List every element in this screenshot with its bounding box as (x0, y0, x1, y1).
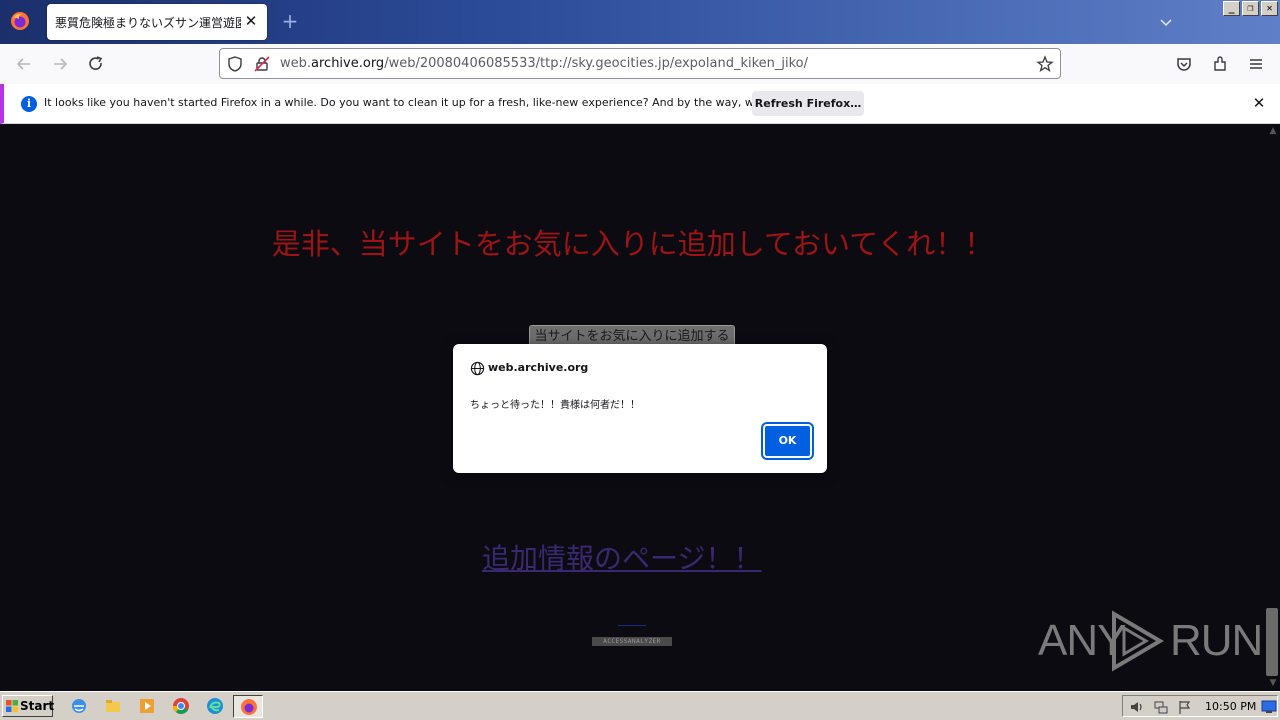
firefox-icon (241, 699, 257, 715)
screen: 悪質危険極まりないズサン運営遊園地 ✕ + _ ❐ ✕ web.archive.… (0, 0, 1280, 720)
network-icon[interactable] (1153, 699, 1169, 715)
tab-strip: 悪質危険極まりないズサン運営遊園地 ✕ + _ ❐ ✕ (0, 0, 1280, 44)
globe-icon (470, 361, 485, 376)
address-bar[interactable]: web.archive.org/web/20080406085533/ttp:/… (219, 48, 1061, 79)
active-tab[interactable]: 悪質危険極まりないズサン運営遊園地 ✕ (47, 4, 267, 40)
watermark-right: RUN (1170, 616, 1263, 665)
access-analyzer-badge[interactable]: ACCESSANALYZER (592, 637, 672, 646)
reload-icon[interactable] (86, 54, 106, 74)
show-desktop-icon[interactable] (1261, 699, 1277, 715)
file-explorer-icon[interactable] (104, 697, 122, 715)
notification-bar: i It looks like you haven't started Fire… (0, 84, 1280, 124)
play-logo-icon (1112, 610, 1164, 672)
edge-icon[interactable] (206, 697, 224, 715)
url-domain: archive.org (311, 56, 385, 71)
clock: 10:50 PM (1205, 700, 1257, 713)
navigation-bar: web.archive.org/web/20080406085533/ttp:/… (0, 44, 1280, 84)
start-label: Start (20, 699, 55, 713)
action-center-flag-icon[interactable] (1177, 699, 1193, 715)
ok-button[interactable]: OK (761, 422, 814, 460)
notification-message: It looks like you haven't started Firefo… (44, 96, 828, 109)
chrome-icon[interactable] (172, 697, 190, 715)
url-text: web.archive.org/web/20080406085533/ttp:/… (280, 56, 808, 71)
page-headline: 是非、当サイトをお気に入りに追加しておいてくれ！！ (271, 227, 994, 261)
volume-icon[interactable] (1129, 699, 1145, 715)
scroll-down-icon[interactable]: ▼ (1268, 679, 1278, 688)
taskbar: Start 10:50 PM (0, 691, 1280, 720)
url-path: /web/20080406085533/ttp://sky.geocities.… (384, 56, 809, 71)
firefox-taskbar-button[interactable] (233, 695, 263, 718)
restore-button[interactable]: ❐ (1242, 1, 1259, 16)
start-button[interactable]: Start (2, 695, 55, 717)
info-icon: i (21, 96, 37, 112)
scroll-up-icon[interactable]: ▲ (1268, 127, 1278, 136)
dialog-message: ちょっと待った！！貴様は何者だ！！ (470, 400, 640, 411)
bookmark-star-icon[interactable] (1036, 55, 1054, 73)
close-notification-icon[interactable]: ✕ (1251, 95, 1267, 111)
close-window-button[interactable]: ✕ (1261, 1, 1278, 16)
windows-logo-icon (6, 700, 18, 712)
close-tab-icon[interactable]: ✕ (243, 13, 259, 29)
anyrun-watermark: ANY RUN (1038, 610, 1263, 674)
forward-icon[interactable] (50, 54, 70, 74)
media-player-icon[interactable] (138, 697, 156, 715)
new-tab-icon[interactable]: + (281, 11, 299, 31)
additional-info-link[interactable]: 追加情報のページ！！ (482, 537, 782, 577)
back-icon[interactable] (14, 54, 34, 74)
shield-icon[interactable] (226, 55, 244, 73)
dialog-origin: web.archive.org (488, 361, 589, 374)
alert-dialog: web.archive.org ちょっと待った！！貴様は何者だ！！ OK (453, 344, 827, 473)
extensions-icon[interactable] (1210, 54, 1230, 74)
url-prefix: web. (280, 56, 312, 71)
vertical-scrollbar[interactable] (1265, 125, 1280, 691)
pocket-icon[interactable] (1174, 54, 1194, 74)
scrollbar-thumb[interactable] (1266, 608, 1278, 676)
tab-title: 悪質危険極まりないズサン運営遊園地 (55, 16, 241, 30)
refresh-firefox-button[interactable]: Refresh Firefox… (752, 91, 864, 116)
internet-explorer-icon[interactable] (70, 697, 88, 715)
small-link-underline[interactable] (618, 625, 646, 626)
insecure-lock-icon[interactable] (253, 55, 271, 73)
minimize-button[interactable]: _ (1223, 1, 1240, 16)
window-controls: _ ❐ ✕ (1223, 1, 1278, 16)
firefox-menu-icon[interactable] (10, 11, 30, 31)
chevron-down-icon[interactable] (1158, 14, 1174, 30)
hamburger-menu-icon[interactable] (1246, 54, 1266, 74)
